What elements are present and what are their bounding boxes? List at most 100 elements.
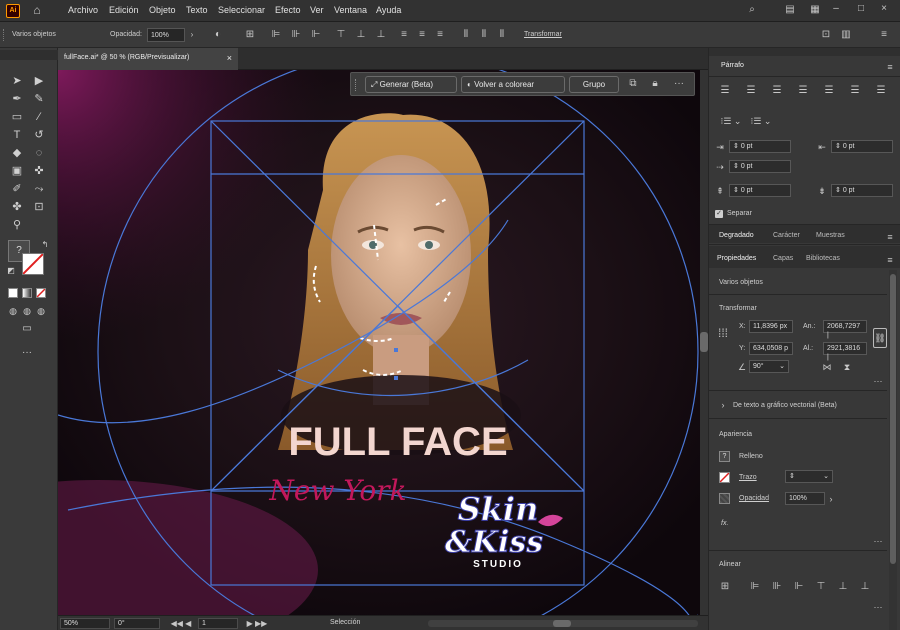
symbol-sprayer-icon[interactable]: ✤ bbox=[10, 200, 24, 214]
indent-left-input[interactable]: ⇕ 0 pt bbox=[729, 140, 791, 153]
panel-menu-icon[interactable]: ≡ bbox=[885, 62, 895, 72]
h-input[interactable]: 2921,3816 | bbox=[823, 342, 867, 361]
flip-vertical-icon[interactable]: ⧗ bbox=[841, 362, 853, 372]
zoom-tool-icon[interactable]: ⚲ bbox=[10, 218, 24, 232]
close-window-icon[interactable]: × bbox=[878, 4, 890, 14]
document-tab[interactable]: fullFace.ai* @ 50 % (RGB/Previsualizar) … bbox=[58, 48, 238, 70]
recolor-icon[interactable]: ◐ bbox=[212, 30, 224, 40]
direct-selection-tool-icon[interactable]: ▶ bbox=[32, 74, 46, 88]
w-input[interactable]: 2068,7297 | bbox=[823, 320, 867, 339]
pen-tool-icon[interactable]: ✒ bbox=[10, 92, 24, 106]
distribute-bottom-icon[interactable]: ≡ bbox=[434, 30, 446, 40]
draw-behind-icon[interactable]: ◍ bbox=[20, 304, 34, 318]
color-mode-icon[interactable] bbox=[8, 288, 18, 298]
minimize-icon[interactable]: – bbox=[830, 4, 842, 14]
align-right-icon[interactable]: ⊩ bbox=[310, 30, 322, 40]
draw-normal-icon[interactable]: ◍ bbox=[6, 304, 20, 318]
panel-align-vcenter-icon[interactable]: ⊥ bbox=[837, 582, 849, 592]
hscroll[interactable] bbox=[428, 620, 698, 627]
artboard-nav-prev-icon[interactable]: ◀◀ ◀ bbox=[166, 619, 196, 629]
distribute-right-icon[interactable]: ⦀ bbox=[496, 30, 508, 40]
menu-ventana[interactable]: Ventana bbox=[334, 5, 367, 15]
gradient-tool-icon[interactable]: ▣ bbox=[10, 164, 24, 178]
align-center-text-icon[interactable]: ☰ bbox=[745, 86, 757, 96]
canvas-vscroll-thumb[interactable] bbox=[700, 332, 708, 352]
tab-degradado[interactable]: Degradado bbox=[719, 232, 754, 239]
default-colors-icon[interactable]: ◩ bbox=[4, 264, 18, 278]
screen-mode-icon[interactable]: ▭ bbox=[20, 322, 34, 336]
align-left-text-icon[interactable]: ☰ bbox=[719, 86, 731, 96]
indent-right-input[interactable]: ⇕ 0 pt bbox=[831, 140, 893, 153]
space-after-input[interactable]: ⇕ 0 pt bbox=[831, 184, 893, 197]
opacity-input[interactable]: 100% bbox=[785, 492, 825, 505]
blend-tool-icon[interactable]: ⤳ bbox=[32, 182, 46, 196]
stroke-swatch[interactable] bbox=[22, 253, 44, 275]
search-icon[interactable]: ⌕ bbox=[745, 5, 759, 15]
draw-inside-icon[interactable]: ◍ bbox=[34, 304, 48, 318]
y-input[interactable]: 634,0508 p bbox=[749, 342, 793, 355]
selection-tool-icon[interactable]: ➤ bbox=[10, 74, 24, 88]
distribute-vcenter-icon[interactable]: ≡ bbox=[416, 30, 428, 40]
menu-archivo[interactable]: Archivo bbox=[68, 5, 98, 15]
canvas[interactable]: FULL FACE New York Skin &Kiss STUDIO bbox=[58, 70, 708, 615]
menu-texto[interactable]: Texto bbox=[186, 5, 208, 15]
justify-right-icon[interactable]: ☰ bbox=[849, 86, 861, 96]
opacity-label[interactable]: Opacidad: bbox=[110, 31, 142, 38]
text-to-vector-label[interactable]: De texto a gráfico vectorial (Beta) bbox=[733, 402, 837, 409]
rotation-select[interactable]: 0° bbox=[114, 618, 160, 629]
reference-point-icon[interactable]: ⁞⁞⁞ bbox=[715, 327, 731, 339]
arrange-docs-icon[interactable]: ▥ bbox=[840, 30, 852, 40]
artboard-tool-icon[interactable]: ⊡ bbox=[32, 200, 46, 214]
hyphenate-checkbox[interactable]: ✓ bbox=[715, 210, 723, 218]
generate-button[interactable]: ⤢ Generar (Beta) bbox=[365, 76, 457, 93]
rectangle-tool-icon[interactable]: ▭ bbox=[10, 110, 24, 124]
panel-menu-icon[interactable]: ≡ bbox=[885, 232, 895, 242]
stroke-weight-input[interactable]: ⇕ ⌄ bbox=[785, 470, 833, 483]
menu-edicion[interactable]: Edición bbox=[109, 5, 139, 15]
workspace-icon[interactable]: ▤ bbox=[783, 5, 797, 15]
none-mode-icon[interactable] bbox=[36, 288, 46, 298]
curvature-tool-icon[interactable]: ✎ bbox=[32, 92, 46, 106]
bullets-icon[interactable]: ⁝☰ ⌄ bbox=[719, 116, 743, 126]
menu-objeto[interactable]: Objeto bbox=[149, 5, 176, 15]
align-to-icon[interactable]: ⊞ bbox=[717, 582, 733, 592]
panel-vscroll[interactable] bbox=[889, 270, 897, 630]
tab-caracter[interactable]: Carácter bbox=[773, 232, 800, 239]
more-options-icon[interactable]: ··· bbox=[871, 602, 885, 612]
stroke-label[interactable]: Trazo bbox=[739, 474, 757, 481]
eraser-tool-icon[interactable]: ◆ bbox=[10, 146, 24, 160]
tab-bibliotecas[interactable]: Bibliotecas bbox=[806, 255, 840, 262]
tab-capas[interactable]: Capas bbox=[773, 255, 793, 262]
fx-button[interactable]: fx. bbox=[721, 520, 728, 527]
align-hcenter-icon[interactable]: ⊪ bbox=[290, 30, 302, 40]
first-line-input[interactable]: ⇕ 0 pt bbox=[729, 160, 791, 173]
align-bottom-icon[interactable]: ⊥ bbox=[375, 30, 387, 40]
align-vcenter-icon[interactable]: ⊥ bbox=[355, 30, 367, 40]
rotate-tool-icon[interactable]: ↺ bbox=[32, 128, 46, 142]
gradient-mode-icon[interactable] bbox=[22, 288, 32, 298]
menu-icon[interactable]: ≡ bbox=[878, 30, 890, 40]
more-options-icon[interactable]: ··· bbox=[871, 536, 885, 546]
opacity-label[interactable]: Opacidad bbox=[739, 495, 769, 502]
lock-icon[interactable]: 🔒︎ bbox=[649, 79, 661, 89]
artboard-select[interactable]: 1 bbox=[198, 618, 238, 629]
panel-align-top-icon[interactable]: ⊤ bbox=[815, 582, 827, 592]
menu-ayuda[interactable]: Ayuda bbox=[376, 5, 401, 15]
numbering-icon[interactable]: ⁝☰ ⌄ bbox=[749, 116, 773, 126]
hscroll-thumb[interactable] bbox=[553, 620, 571, 627]
menu-efecto[interactable]: Efecto bbox=[275, 5, 301, 15]
space-before-input[interactable]: ⇕ 0 pt bbox=[729, 184, 791, 197]
distribute-left-icon[interactable]: ⦀ bbox=[460, 30, 472, 40]
panel-align-left-icon[interactable]: ⊫ bbox=[749, 582, 761, 592]
shape-builder-icon[interactable]: ✜ bbox=[32, 164, 46, 178]
eyedropper-tool-icon[interactable]: ✐ bbox=[10, 182, 24, 196]
panel-vscroll-thumb[interactable] bbox=[890, 274, 896, 564]
panel-menu-icon[interactable]: ≡ bbox=[885, 255, 895, 265]
isolate-icon[interactable]: ⊡ bbox=[820, 30, 832, 40]
more-tools-icon[interactable]: ··· bbox=[20, 346, 34, 360]
tab-propiedades[interactable]: Propiedades bbox=[717, 255, 756, 262]
panel-align-right-icon[interactable]: ⊩ bbox=[793, 582, 805, 592]
chevron-right-icon[interactable]: › bbox=[827, 494, 835, 504]
brush-tool-icon[interactable]: ∕ bbox=[32, 110, 46, 124]
angle-select[interactable]: 90° ⌄ bbox=[749, 360, 789, 373]
